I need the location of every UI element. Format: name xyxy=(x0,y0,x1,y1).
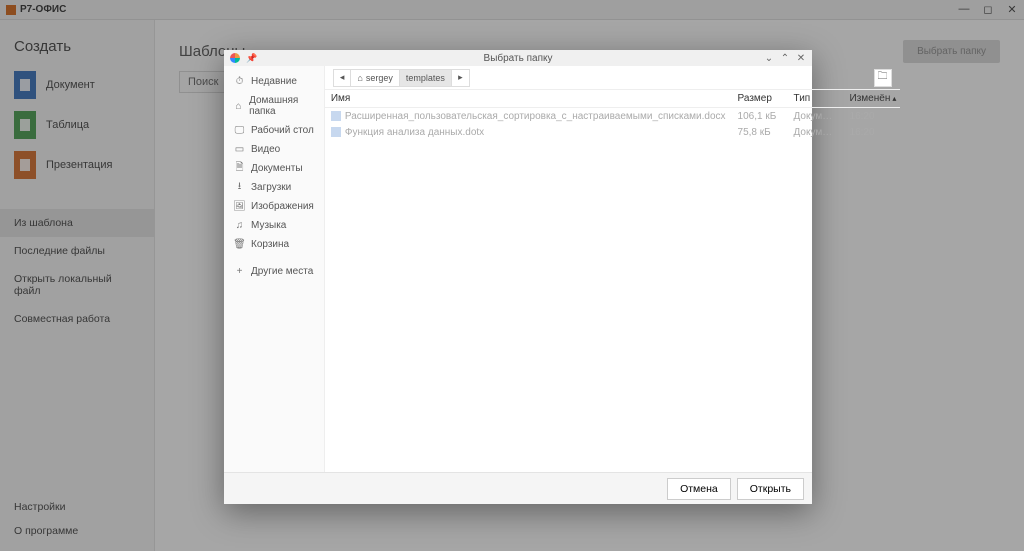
places-music[interactable]: ♫Музыка xyxy=(224,216,324,235)
home-icon: ⌂ xyxy=(357,73,362,83)
dialog-window-controls: ⌄ ⌃ ✕ xyxy=(764,53,806,64)
column-name[interactable]: Имя xyxy=(325,93,732,104)
file-row[interactable]: Расширенная_пользовательская_сортировка_… xyxy=(325,108,900,124)
new-folder-button[interactable]: 🗀 xyxy=(874,69,892,87)
image-icon: 🖼 xyxy=(234,201,245,212)
dialog-title: Выбрать папку xyxy=(484,53,553,64)
column-size[interactable]: Размер xyxy=(732,93,788,104)
breadcrumb-forward-button[interactable]: ▸ xyxy=(452,69,470,87)
document-icon: 🗎 xyxy=(234,163,245,174)
dialog-maximize-button[interactable]: ⌃ xyxy=(780,53,790,64)
places-recent[interactable]: ⏱Недавние xyxy=(224,72,324,91)
dialog-footer: Отмена Открыть xyxy=(224,472,812,504)
video-icon: ▭ xyxy=(234,144,245,155)
file-list-header: Имя Размер Тип Изменён▴ xyxy=(325,90,900,108)
dialog-minimize-button[interactable]: ⌄ xyxy=(764,53,774,64)
plus-icon: + xyxy=(234,266,245,277)
breadcrumb-back-button[interactable]: ◂ xyxy=(333,69,352,87)
column-modified[interactable]: Изменён▴ xyxy=(844,93,900,104)
dialog-sidebar: ⏱Недавние ⌂Домашняя папка 🖵Рабочий стол … xyxy=(224,66,325,472)
places-desktop[interactable]: 🖵Рабочий стол xyxy=(224,121,324,140)
clock-icon: ⏱ xyxy=(234,76,245,87)
dialog-body: ⏱Недавние ⌂Домашняя папка 🖵Рабочий стол … xyxy=(224,66,812,472)
places-downloads[interactable]: ⭳Загрузки xyxy=(224,178,324,197)
cancel-button[interactable]: Отмена xyxy=(667,478,731,500)
file-icon xyxy=(331,111,341,121)
file-icon xyxy=(331,127,341,137)
download-icon: ⭳ xyxy=(234,182,245,193)
breadcrumb: ◂ ⌂sergey templates ▸ 🗀 xyxy=(325,66,900,90)
places-pictures[interactable]: 🖼Изображения xyxy=(224,197,324,216)
dialog-close-button[interactable]: ✕ xyxy=(796,53,806,64)
breadcrumb-templates[interactable]: templates xyxy=(400,69,452,87)
dialog-main: ◂ ⌂sergey templates ▸ 🗀 Имя Размер Тип И… xyxy=(325,66,900,472)
places-other[interactable]: +Другие места xyxy=(224,262,324,281)
file-dialog: 📌 Выбрать папку ⌄ ⌃ ✕ ⏱Недавние ⌂Домашня… xyxy=(224,50,812,504)
places-documents[interactable]: 🗎Документы xyxy=(224,159,324,178)
desktop-icon: 🖵 xyxy=(234,125,245,136)
dialog-titlebar: 📌 Выбрать папку ⌄ ⌃ ✕ xyxy=(224,50,812,66)
trash-icon: 🗑 xyxy=(234,239,245,250)
dialog-logo-icon xyxy=(230,53,240,63)
places-home[interactable]: ⌂Домашняя папка xyxy=(224,91,324,121)
open-button[interactable]: Открыть xyxy=(737,478,804,500)
places-videos[interactable]: ▭Видео xyxy=(224,140,324,159)
pin-icon[interactable]: 📌 xyxy=(246,53,257,64)
column-type[interactable]: Тип xyxy=(788,93,844,104)
breadcrumb-home[interactable]: ⌂sergey xyxy=(351,69,399,87)
home-icon: ⌂ xyxy=(234,101,243,112)
music-icon: ♫ xyxy=(234,220,245,231)
file-row[interactable]: Функция анализа данных.dotx 75,8 кБ Доку… xyxy=(325,124,900,140)
sort-indicator-icon: ▴ xyxy=(892,94,896,103)
places-trash[interactable]: 🗑Корзина xyxy=(224,235,324,254)
